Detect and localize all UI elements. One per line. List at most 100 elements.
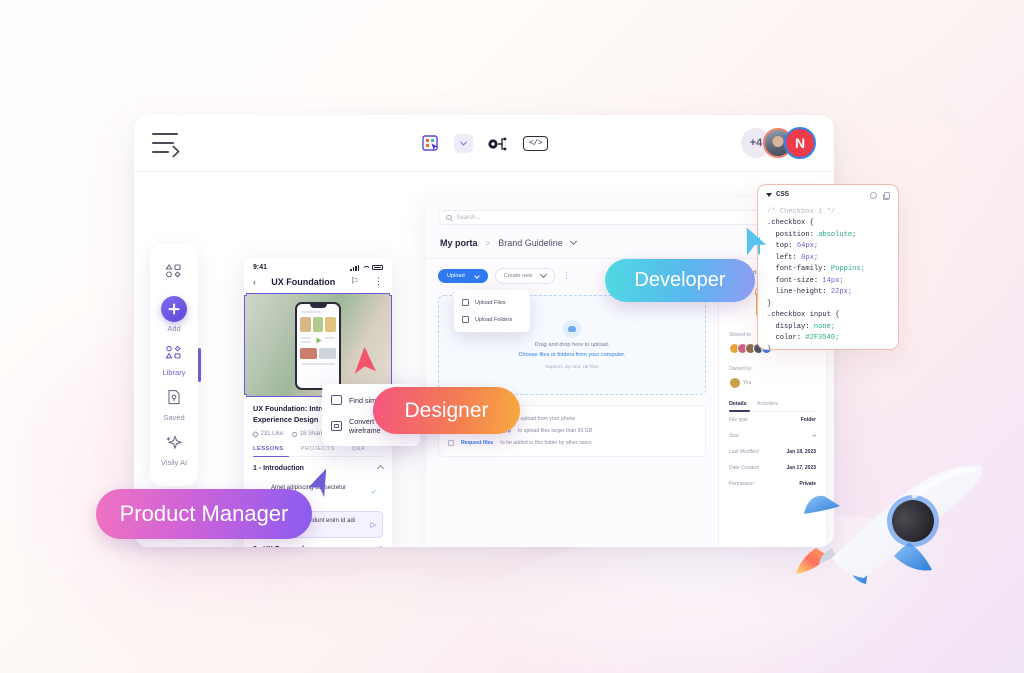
owner-row: You bbox=[729, 377, 816, 389]
copy-icon[interactable] bbox=[882, 191, 890, 201]
tab-projects[interactable]: PROJECTS bbox=[301, 446, 335, 452]
upload-files-label: Upload Files bbox=[475, 299, 506, 306]
sidebar-item-saved[interactable]: Saved bbox=[150, 382, 198, 427]
code-value: none; bbox=[813, 322, 836, 331]
bookmark-icon[interactable]: ⚐ bbox=[351, 276, 359, 287]
share-count[interactable]: 18 Share bbox=[292, 431, 324, 437]
code-value: Poppins; bbox=[830, 265, 865, 274]
connector-node-icon[interactable] bbox=[487, 133, 509, 153]
tip-text: to be added to this folder by other user… bbox=[500, 440, 592, 446]
code-line: line-height: 22px; bbox=[767, 287, 889, 298]
code-line: position: absolute; bbox=[767, 230, 889, 241]
code-close: } bbox=[767, 299, 772, 308]
sidebar-item-shapes[interactable] bbox=[150, 256, 198, 289]
search-placeholder: Search... bbox=[456, 214, 481, 221]
chevron-up-icon bbox=[376, 546, 385, 547]
resize-handle[interactable] bbox=[244, 293, 247, 296]
role-badge-developer[interactable]: Developer bbox=[605, 259, 755, 302]
tab-qa[interactable]: Q&A bbox=[352, 446, 365, 452]
upload-label: Upload bbox=[447, 273, 465, 279]
avatar-initial[interactable]: N bbox=[784, 127, 816, 159]
chevron-down-icon bbox=[540, 270, 548, 279]
chevron-down-icon[interactable] bbox=[453, 133, 473, 153]
code-selector: .checkbox input { bbox=[767, 311, 840, 320]
dropzone-line-2[interactable]: Choose files or folders from your comput… bbox=[519, 352, 626, 358]
heart-icon bbox=[251, 430, 260, 438]
toolbar-center-group: </> bbox=[134, 133, 834, 153]
signal-icon bbox=[350, 264, 359, 271]
sidebar-item-add[interactable]: Add bbox=[150, 289, 198, 338]
code-line: display: none; bbox=[767, 322, 889, 333]
code-prop: color: bbox=[775, 334, 802, 343]
lesson-tabs: LESSONS PROJECTS Q&A bbox=[253, 446, 383, 456]
dropzone-line-3: Support .zip and .rar files bbox=[545, 365, 599, 370]
section-header-ux-research[interactable]: 2 - UX Research bbox=[253, 546, 385, 547]
share-icon bbox=[292, 431, 298, 437]
create-new-button[interactable]: Create new bbox=[494, 268, 556, 284]
create-new-label: Create new bbox=[503, 273, 533, 279]
sidebar-item-label: Saved bbox=[163, 413, 185, 422]
tab-lessons[interactable]: LESSONS bbox=[253, 446, 284, 452]
role-badge-designer[interactable]: Designer bbox=[373, 387, 520, 434]
code-view-button[interactable]: </> bbox=[522, 135, 549, 151]
breadcrumb-root[interactable]: My porta bbox=[440, 238, 478, 248]
code-comment: /* Checkbox 1 */ bbox=[767, 208, 836, 216]
battery-icon bbox=[372, 264, 383, 271]
tab-activities[interactable]: Activities bbox=[757, 401, 778, 407]
upload-folders-label: Upload Folders bbox=[475, 316, 513, 323]
chevron-left-icon[interactable]: ‹ bbox=[253, 277, 256, 287]
owned-by-label: Owned by bbox=[729, 366, 752, 372]
detail-key: File type bbox=[729, 417, 748, 423]
play-icon[interactable]: ▷ bbox=[371, 521, 376, 529]
tab-details[interactable]: Details bbox=[729, 401, 747, 407]
detail-value: -- bbox=[812, 433, 816, 439]
chevron-down-icon[interactable] bbox=[569, 237, 577, 246]
detail-key: Size bbox=[729, 433, 739, 439]
like-count[interactable]: 231 Like bbox=[251, 430, 284, 438]
hamburger-menu-icon[interactable] bbox=[152, 133, 180, 153]
code-prop: left: bbox=[775, 253, 797, 262]
status-time: 9:41 bbox=[253, 264, 268, 271]
left-tool-rail: Add Library Saved Visily AI bbox=[150, 244, 201, 486]
table-row: File type Folder bbox=[729, 412, 816, 428]
sidebar-item-visily-ai[interactable]: Visily AI bbox=[150, 427, 198, 472]
chevron-up-icon bbox=[376, 465, 385, 473]
code-line: color: #2F3540; bbox=[767, 333, 889, 344]
select-frame-icon[interactable] bbox=[420, 133, 440, 153]
code-prop: position: bbox=[775, 230, 814, 239]
resize-handle[interactable] bbox=[389, 293, 392, 296]
more-options-icon[interactable]: ⋮ bbox=[562, 271, 570, 279]
breadcrumb-separator: > bbox=[485, 238, 491, 248]
code-line: top: 64px; bbox=[767, 241, 889, 252]
sidebar-item-library[interactable]: Library bbox=[150, 338, 198, 382]
css-code-block[interactable]: /* Checkbox 1 */ .checkbox { position: a… bbox=[758, 203, 898, 349]
gear-icon[interactable] bbox=[870, 191, 877, 199]
upload-button[interactable]: Upload bbox=[438, 269, 488, 283]
code-prop: line-height: bbox=[775, 288, 827, 297]
status-icons bbox=[350, 264, 383, 271]
similar-images-icon bbox=[331, 395, 342, 405]
search-icon bbox=[446, 214, 452, 221]
collaborator-avatars: +4 N bbox=[741, 127, 816, 159]
code-line: font-size: 14px; bbox=[767, 276, 889, 287]
resize-handle[interactable] bbox=[244, 394, 247, 397]
tip-link[interactable]: Request files bbox=[461, 440, 493, 446]
like-label: 231 Like bbox=[260, 431, 284, 438]
request-icon bbox=[448, 440, 454, 446]
menu-item-upload-folders[interactable]: Upload Folders bbox=[454, 311, 530, 328]
avatar bbox=[729, 377, 741, 389]
breadcrumb-current[interactable]: Brand Guideline bbox=[498, 238, 563, 248]
more-vertical-icon[interactable]: ⋮ bbox=[374, 276, 383, 287]
role-badge-product-manager[interactable]: Product Manager bbox=[96, 489, 312, 539]
css-panel-actions bbox=[870, 191, 890, 201]
detail-key: Date Created bbox=[729, 465, 759, 471]
css-code-panel: CSS /* Checkbox 1 */ .checkbox { positio… bbox=[757, 184, 899, 350]
sidebar-item-label: Add bbox=[167, 324, 181, 333]
code-value: 0px; bbox=[801, 253, 819, 262]
triangle-collapse-icon[interactable] bbox=[766, 193, 772, 197]
menu-item-upload-files[interactable]: Upload Files bbox=[454, 294, 530, 311]
upload-dropdown-menu: Upload Files Upload Folders bbox=[454, 290, 530, 332]
wireframe-icon bbox=[331, 421, 342, 431]
page-title: UX Foundation bbox=[271, 276, 336, 287]
code-prop: font-size: bbox=[775, 276, 819, 285]
